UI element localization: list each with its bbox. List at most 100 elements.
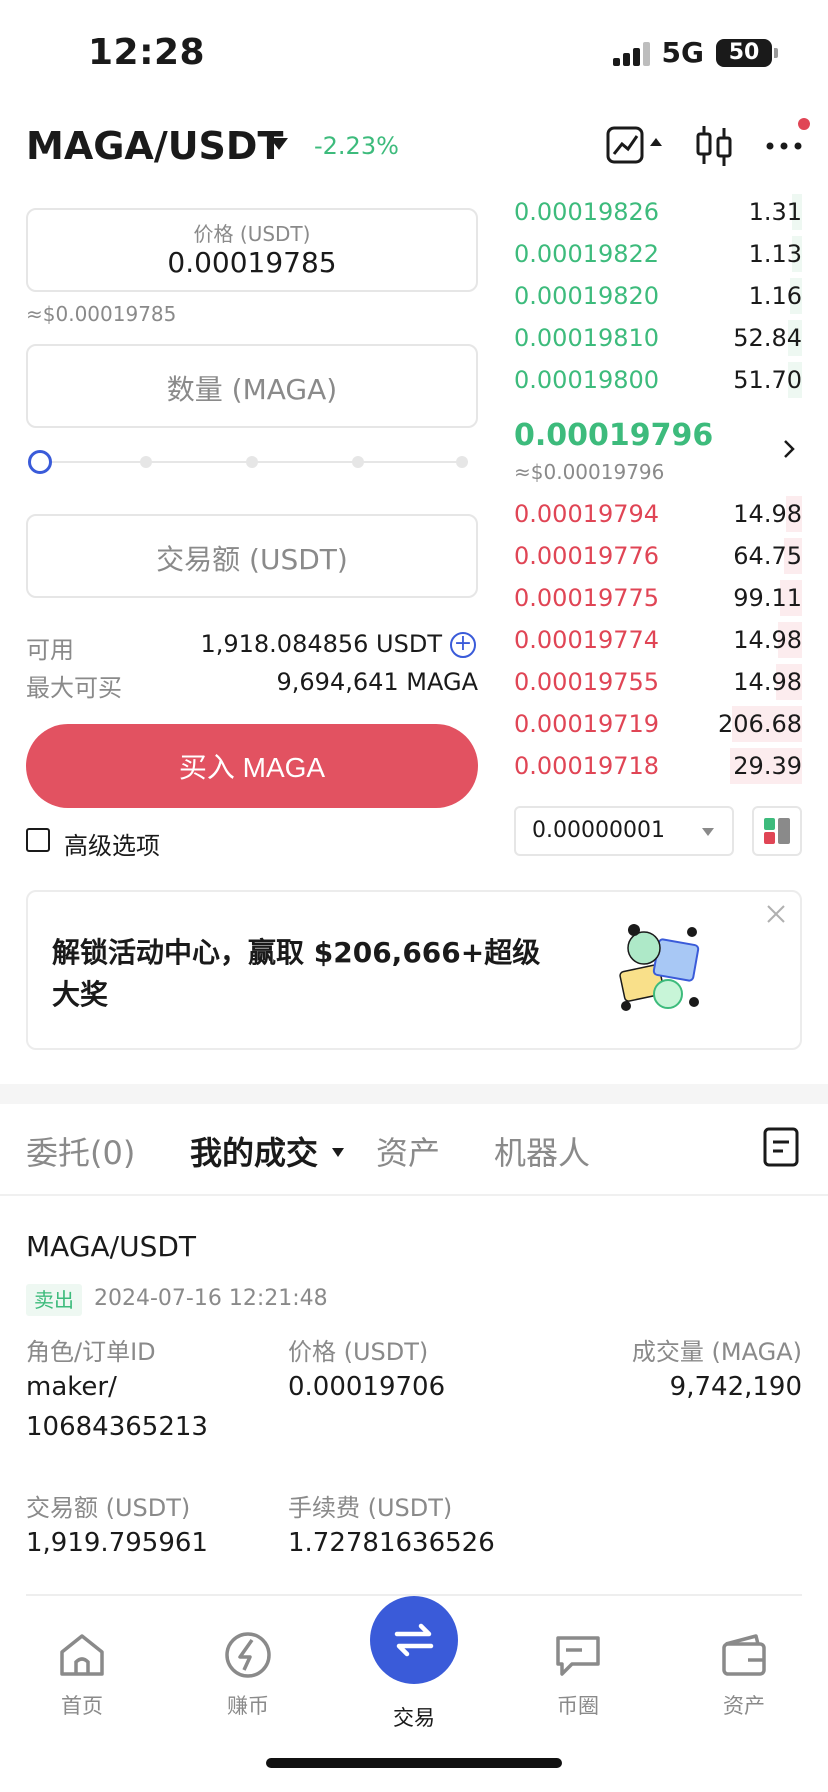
available-value: 1,918.084856 USDT [200,630,442,658]
bid-qty: 99.11 [733,584,802,612]
amount-placeholder: 交易额 (USDT) [156,543,348,576]
nav-assets[interactable]: 资产 [684,1630,804,1720]
promo-text: 解锁活动中心，赢取 $206,666+超级大奖 [52,936,541,1011]
bid-price: 0.00019794 [514,500,660,528]
slider-step[interactable] [456,456,468,468]
ask-qty: 52.84 [733,324,802,352]
advanced-options-label[interactable]: 高级选项 [64,826,160,861]
role-value: maker/ [26,1372,117,1402]
price-change: -2.23% [314,132,399,160]
chevron-down-icon[interactable] [270,138,288,150]
last-price[interactable]: 0.00019796 [514,418,713,453]
bid-price: 0.00019755 [514,668,660,696]
price-approx: ≈$0.00019785 [26,302,177,326]
battery-icon: 50 [716,38,778,67]
slider-step[interactable] [140,456,152,468]
nav-trade-label: 交易 [393,1706,435,1730]
bid-qty: 14.98 [733,626,802,654]
orderbook-bid-row[interactable]: 0.00019776 64.75 [514,536,802,576]
trade-price-value: 0.00019706 [288,1372,446,1402]
tab-my-trades[interactable]: 我的成交 [190,1128,318,1174]
chevron-down-icon [702,828,714,836]
price-input[interactable]: 价格 (USDT) 0.00019785 [26,208,478,292]
ask-price: 0.00019820 [514,282,660,310]
nav-home-label: 首页 [61,1694,103,1718]
slider-handle[interactable] [28,450,52,474]
nav-earn-label: 赚币 [227,1694,269,1718]
max-buy-label: 最大可买 [26,674,122,702]
trade-pair: MAGA/USDT [26,1230,197,1263]
ask-qty: 1.13 [748,240,802,268]
orderbook-ask-row[interactable]: 0.00019826 1.31 [514,192,802,232]
orderbook-ask-row[interactable]: 0.00019810 52.84 [514,318,802,358]
swap-icon [394,1623,434,1657]
slider-step[interactable] [246,456,258,468]
tab-bots[interactable]: 机器人 [494,1128,590,1174]
nav-square[interactable]: 币圈 [518,1630,638,1720]
notification-dot [798,118,810,130]
document-icon[interactable] [762,1126,800,1168]
orderbook-ask-row[interactable]: 0.00019822 1.13 [514,234,802,274]
candlestick-icon[interactable] [694,124,734,168]
promo-banner[interactable]: 解锁活动中心，赢取 $206,666+超级大奖 [26,890,802,1050]
layout-icon [764,818,790,844]
tab-orders[interactable]: 委托(0) [26,1128,135,1174]
more-icon[interactable] [764,124,804,168]
nav-trade[interactable] [370,1596,458,1684]
side-badge: 卖出 [26,1284,82,1316]
price-input-value[interactable]: 0.00019785 [28,246,476,279]
orderbook-bid-row[interactable]: 0.00019794 14.98 [514,494,802,534]
ask-price: 0.00019800 [514,366,660,394]
deposit-plus-icon[interactable]: + [450,632,476,658]
fee-label: 手续费 (USDT) [288,1494,453,1522]
trade-time: 2024-07-16 12:21:48 [94,1286,328,1311]
nav-earn[interactable]: 赚币 [188,1630,308,1720]
quantity-placeholder: 数量 (MAGA) [166,373,338,406]
trade-amount-value: 1,919.795961 [26,1528,208,1558]
bid-price: 0.00019775 [514,584,660,612]
orderbook-bid-row[interactable]: 0.00019719 206.68 [514,704,802,744]
bid-qty: 14.98 [733,500,802,528]
bid-qty: 206.68 [718,710,802,738]
quantity-input[interactable]: 数量 (MAGA) [26,344,478,428]
close-icon[interactable] [766,904,786,924]
slider-step[interactable] [352,456,364,468]
signal-icon [612,40,650,66]
precision-value: 0.00000001 [532,818,665,843]
chevron-down-icon[interactable] [332,1148,344,1157]
orderbook-layout-button[interactable] [752,806,802,856]
ask-price: 0.00019822 [514,240,660,268]
buy-button[interactable]: 买入 MAGA [26,724,478,808]
price-input-label: 价格 (USDT) [193,222,311,246]
ask-qty: 1.31 [748,198,802,226]
home-icon [60,1634,104,1676]
bid-qty: 64.75 [733,542,802,570]
orderbook-bid-row[interactable]: 0.00019775 99.11 [514,578,802,618]
tab-assets[interactable]: 资产 [376,1128,440,1174]
last-price-approx: ≈$0.00019796 [514,460,665,484]
precision-select[interactable]: 0.00000001 [514,806,734,856]
chart-icon[interactable] [606,124,666,168]
nav-home[interactable]: 首页 [22,1630,142,1720]
section-divider [0,1084,828,1104]
amount-input[interactable]: 交易额 (USDT) [26,514,478,598]
bid-price: 0.00019776 [514,542,660,570]
network-label: 5G [661,36,704,69]
orderbook-bid-row[interactable]: 0.00019774 14.98 [514,620,802,660]
orderbook-ask-row[interactable]: 0.00019800 51.70 [514,360,802,400]
chat-icon [556,1636,600,1676]
bid-price: 0.00019719 [514,710,660,738]
advanced-options-checkbox[interactable] [26,828,50,852]
trade-amount-label: 交易额 (USDT) [26,1494,191,1522]
orderbook-bid-row[interactable]: 0.00019755 14.98 [514,662,802,702]
records-tabs: 委托(0) 我的成交 资产 机器人 [0,1104,828,1196]
fee-value: 1.72781636526 [288,1528,495,1558]
chevron-right-icon[interactable] [782,438,796,460]
amount-slider[interactable] [28,450,468,474]
orderbook-bid-row[interactable]: 0.00019718 29.39 [514,746,802,786]
bid-price: 0.00019718 [514,752,660,780]
orderbook-ask-row[interactable]: 0.00019820 1.16 [514,276,802,316]
available-label: 可用 [26,636,74,664]
pair-selector[interactable]: MAGA/USDT [26,124,283,168]
bid-price: 0.00019774 [514,626,660,654]
